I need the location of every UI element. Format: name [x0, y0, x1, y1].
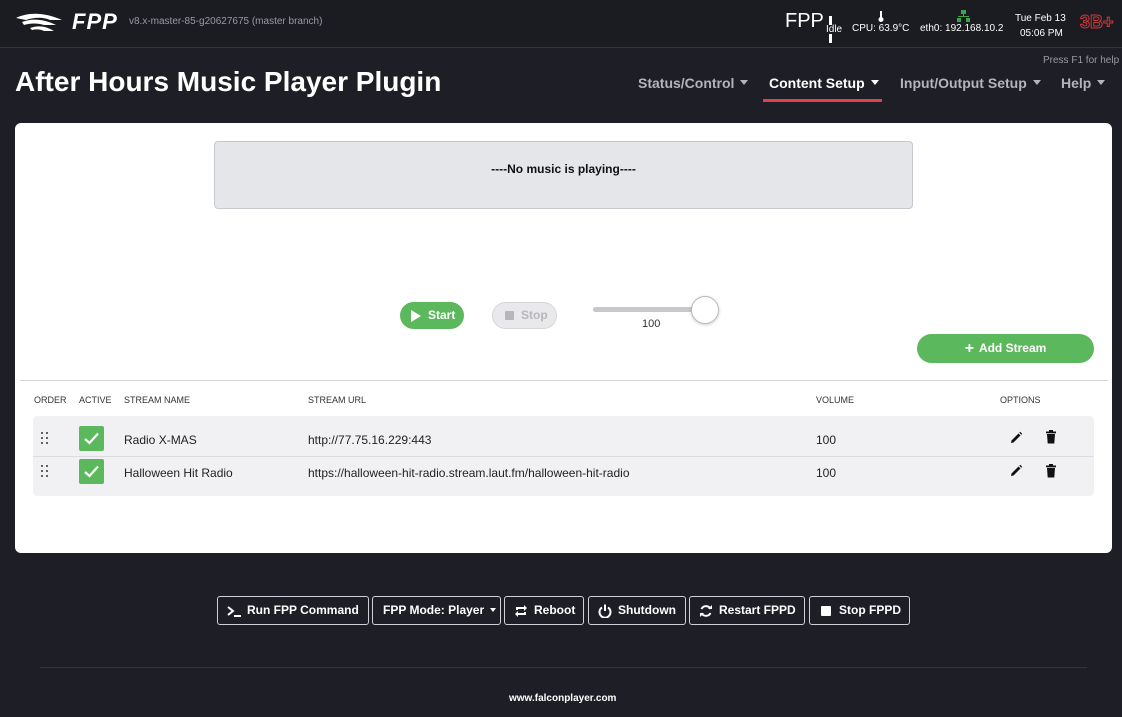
add-stream-button[interactable]: + Add Stream — [917, 334, 1094, 363]
volume-slider-thumb[interactable] — [691, 296, 719, 324]
help-hint: Press F1 for help — [1043, 55, 1120, 66]
caret-down-icon — [1032, 80, 1041, 85]
shutdown-label: Shutdown — [618, 603, 676, 617]
nav-label: Help — [1061, 75, 1092, 91]
start-label: Start — [428, 308, 456, 322]
run-command-label: Run FPP Command — [247, 603, 359, 617]
logo-text[interactable]: FPP — [72, 9, 118, 35]
checkmark-icon — [84, 432, 99, 445]
stream-name: Radio X-MAS — [124, 433, 197, 447]
plugin-card: ----No music is playing---- Start Stop 1… — [15, 123, 1112, 553]
date-label: Tue Feb 13 — [1015, 13, 1066, 24]
nav-active-indicator — [763, 99, 882, 102]
network-icon — [957, 10, 970, 22]
fpp-mode-label: FPP Mode: Player — [383, 603, 485, 617]
nav-label: Content Setup — [769, 75, 865, 91]
terminal-icon — [227, 606, 241, 617]
add-stream-label: Add Stream — [978, 341, 1047, 355]
thermometer-icon — [878, 11, 884, 22]
cpu-temp: CPU: 63.9°C — [852, 23, 910, 34]
active-checkbox[interactable] — [79, 426, 104, 451]
volume-slider[interactable] — [593, 307, 707, 312]
caret-down-icon — [490, 608, 497, 612]
divider — [20, 380, 1108, 381]
header-order: ORDER — [34, 395, 67, 405]
restart-label: Restart FPPD — [719, 603, 796, 617]
shutdown-button[interactable]: Shutdown — [588, 596, 686, 625]
edit-icon[interactable] — [1009, 431, 1023, 445]
header-stream-url: STREAM URL — [308, 395, 367, 405]
nav-label: Input/Output Setup — [900, 75, 1027, 91]
play-icon — [411, 310, 421, 322]
player-status: Idle — [826, 24, 843, 35]
nav-input-output-setup[interactable]: Input/Output Setup — [900, 75, 1041, 91]
eth-address: eth0: 192.168.10.2 — [920, 23, 1004, 34]
fpp-mode-dropdown[interactable]: FPP Mode: Player — [372, 596, 501, 625]
stream-name: Halloween Hit Radio — [124, 466, 233, 480]
row-divider — [33, 456, 1094, 457]
header-volume: VOLUME — [816, 395, 855, 405]
volume-slider-fill — [593, 307, 707, 312]
plus-icon: + — [964, 340, 975, 357]
stop-square-icon — [821, 606, 831, 616]
stop-icon — [505, 311, 514, 320]
reboot-button[interactable]: Reboot — [504, 596, 584, 625]
fpp-status-label: FPP — [785, 10, 824, 32]
header-stream-name: STREAM NAME — [124, 395, 191, 405]
footer-link[interactable]: www.falconplayer.com — [509, 693, 616, 704]
footer-divider — [40, 667, 1087, 668]
checkmark-icon — [84, 465, 99, 478]
nav-label: Status/Control — [638, 75, 735, 91]
restart-fppd-button[interactable]: Restart FPPD — [689, 596, 805, 625]
active-checkbox[interactable] — [79, 459, 104, 484]
stop-fppd-label: Stop FPPD — [839, 603, 901, 617]
volume-value: 100 — [642, 318, 661, 330]
stream-url: https://halloween-hit-radio.stream.laut.… — [308, 466, 630, 480]
retweet-icon — [515, 605, 527, 617]
stop-label: Stop — [521, 308, 548, 322]
now-playing-panel: ----No music is playing---- — [214, 141, 913, 209]
refresh-icon — [700, 605, 712, 617]
device-badge: 3B+ — [1080, 12, 1115, 33]
time-label: 05:06 PM — [1020, 28, 1063, 39]
nav-status-control[interactable]: Status/Control — [638, 75, 749, 91]
caret-down-icon — [870, 80, 879, 85]
trash-icon[interactable] — [1044, 464, 1058, 478]
run-fpp-command-button[interactable]: Run FPP Command — [217, 596, 369, 625]
reboot-label: Reboot — [534, 603, 576, 617]
drag-handle-icon[interactable] — [41, 432, 50, 445]
start-button[interactable]: Start — [400, 302, 464, 329]
stop-fppd-button[interactable]: Stop FPPD — [809, 596, 910, 625]
pause-icon — [829, 12, 838, 43]
top-bar: FPP v8.x-master-85-g20627675 (master bra… — [0, 0, 1122, 48]
stop-button[interactable]: Stop — [492, 302, 557, 329]
stream-volume: 100 — [816, 433, 837, 447]
power-icon — [598, 604, 612, 618]
edit-icon[interactable] — [1009, 464, 1023, 478]
page-title: After Hours Music Player Plugin — [15, 66, 442, 97]
caret-down-icon — [740, 80, 749, 85]
fpp-logo-icon[interactable] — [14, 8, 64, 36]
drag-handle-icon[interactable] — [41, 465, 50, 478]
version-label: v8.x-master-85-g20627675 (master branch) — [129, 16, 323, 27]
header-active: ACTIVE — [79, 395, 112, 405]
stream-url: http://77.75.16.229:443 — [308, 433, 432, 447]
header-options: OPTIONS — [1000, 395, 1041, 405]
trash-icon[interactable] — [1044, 430, 1058, 444]
stream-volume: 100 — [816, 466, 837, 480]
nav-help[interactable]: Help — [1061, 75, 1106, 91]
nav-content-setup[interactable]: Content Setup — [769, 75, 879, 91]
caret-down-icon — [1097, 80, 1106, 85]
